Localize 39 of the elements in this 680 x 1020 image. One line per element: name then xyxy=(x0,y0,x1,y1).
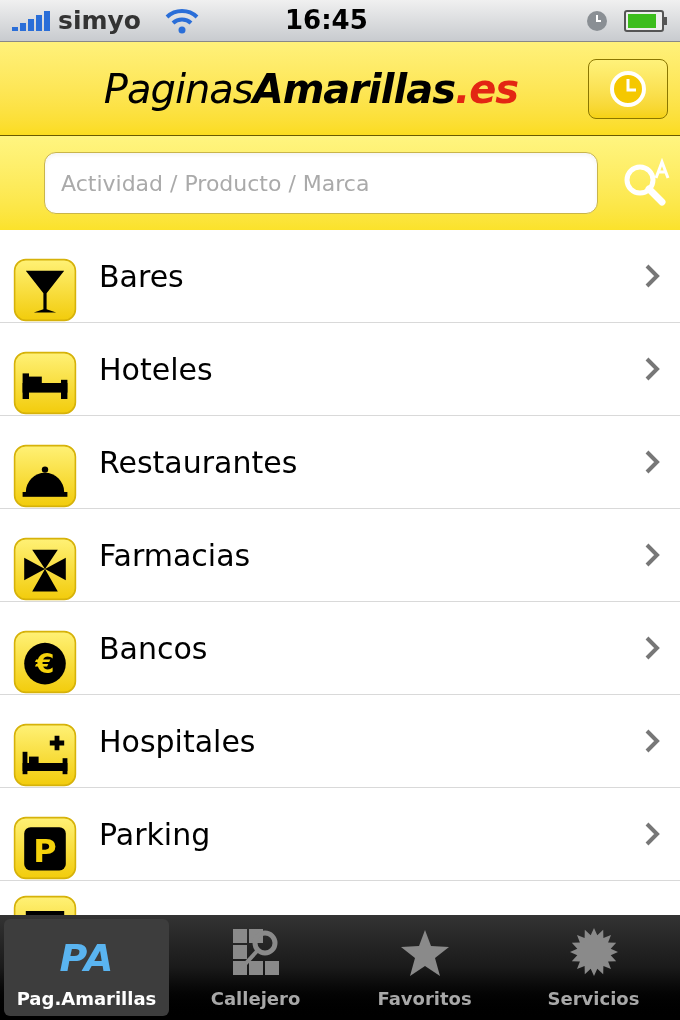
clock-icon xyxy=(609,69,647,108)
category-label: Bares xyxy=(99,257,184,296)
category-icon xyxy=(13,444,77,508)
category-label: Parking xyxy=(99,815,211,854)
category-icon xyxy=(13,537,77,601)
tab[interactable]: PA Pag.Amarillas xyxy=(4,919,169,1016)
category-icon: P xyxy=(13,816,77,880)
tab[interactable]: Callejero xyxy=(173,919,338,1016)
category-icon xyxy=(13,351,77,415)
starburst-icon xyxy=(568,927,619,977)
chevron-icon xyxy=(644,635,660,661)
carrier-name: simyo xyxy=(58,4,141,37)
app-logo: PaginasAmarillas.es xyxy=(103,64,519,114)
chevron-icon xyxy=(644,449,660,475)
chevron-icon xyxy=(644,263,660,289)
category-icon xyxy=(13,895,77,915)
clock-time: 16:45 xyxy=(285,4,368,37)
category-label: Farmacias xyxy=(99,536,251,575)
street-map-icon xyxy=(230,927,281,977)
search-field[interactable]: Actividad / Producto / Marca xyxy=(44,152,598,214)
battery-icon xyxy=(624,9,668,32)
category-icon xyxy=(13,723,77,787)
chevron-icon xyxy=(644,356,660,382)
chevron-icon xyxy=(644,728,660,754)
chevron-icon xyxy=(644,542,660,568)
tab[interactable]: Servicios xyxy=(511,919,676,1016)
star-icon xyxy=(399,929,450,977)
chevron-icon xyxy=(644,821,660,847)
category-label: Restaurantes xyxy=(99,443,298,482)
category-icon xyxy=(13,258,77,322)
alarm-icon xyxy=(586,9,608,32)
category-label: Hospitales xyxy=(99,722,256,761)
category-icon: € xyxy=(13,630,77,694)
tab[interactable]: Favoritos xyxy=(342,919,507,1016)
wifi-icon xyxy=(165,7,199,34)
category-label: Hoteles xyxy=(99,350,213,389)
category-label: Bancos xyxy=(99,629,208,668)
history-button[interactable] xyxy=(588,58,668,119)
tab-logo: PA xyxy=(59,939,114,977)
